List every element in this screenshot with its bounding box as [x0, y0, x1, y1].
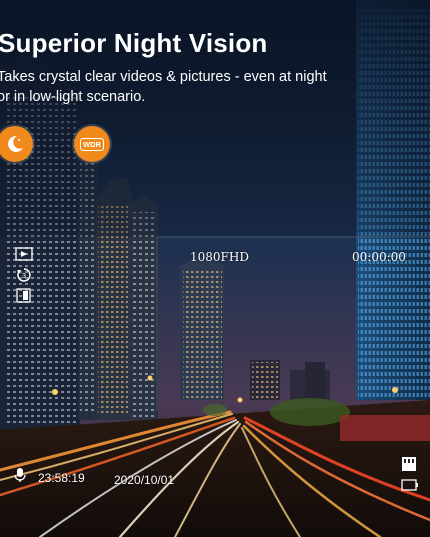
headline: Superior Night Vision [0, 28, 268, 58]
microphone-icon [14, 468, 26, 482]
memory-card-icon [402, 457, 416, 471]
battery-icon [401, 479, 418, 491]
clock-readout: 23:58:19 [38, 471, 85, 485]
record-timer: 00:00:00 [352, 250, 406, 264]
loop-record-icon: 3 [17, 268, 31, 282]
resolution-readout: 1080FHD [190, 250, 249, 264]
sd-card-icon [16, 288, 31, 303]
wdr-badge: WDR [74, 126, 110, 162]
video-mode-icon [15, 247, 33, 261]
svg-text:3: 3 [22, 273, 26, 280]
moon-icon [8, 135, 23, 152]
subtext: Takes crystal clear videos & pictures - … [0, 69, 327, 105]
wdr-icon: WDR [80, 137, 104, 151]
date-readout: 2020/10/01 [114, 473, 175, 487]
